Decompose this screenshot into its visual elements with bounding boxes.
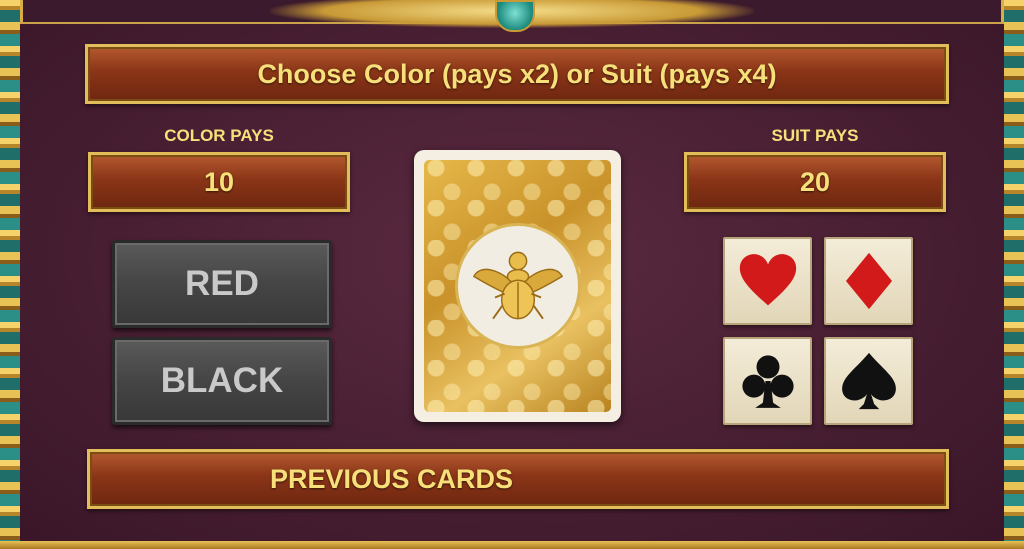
- clubs-suit-button[interactable]: [723, 337, 812, 425]
- hearts-suit-button[interactable]: [723, 237, 812, 325]
- frame-bottom-border: [0, 541, 1024, 549]
- color-pays-label: COLOR PAYS: [164, 126, 274, 145]
- instruction-banner: Choose Color (pays x2) or Suit (pays x4): [85, 44, 949, 104]
- face-down-card: [414, 150, 621, 422]
- heart-icon: [739, 254, 796, 306]
- suit-pays-value: 20: [684, 152, 946, 212]
- previous-cards-button[interactable]: PREVIOUS CARDS: [87, 449, 949, 509]
- card-back-pattern: [424, 160, 611, 412]
- club-icon: [741, 355, 794, 408]
- diamonds-suit-button[interactable]: [824, 237, 913, 325]
- scarab-gem-icon: [495, 0, 535, 32]
- card-emblem: [457, 226, 578, 346]
- suit-pays-label: SUIT PAYS: [771, 126, 859, 145]
- color-pays-value: 10: [88, 152, 350, 212]
- red-button[interactable]: RED: [112, 240, 332, 328]
- frame-right-border: [1001, 0, 1024, 549]
- spade-icon: [841, 352, 896, 410]
- diamond-icon: [845, 252, 892, 310]
- black-button[interactable]: BLACK: [112, 337, 332, 425]
- scarab-icon: [472, 251, 563, 320]
- spades-suit-button[interactable]: [824, 337, 913, 425]
